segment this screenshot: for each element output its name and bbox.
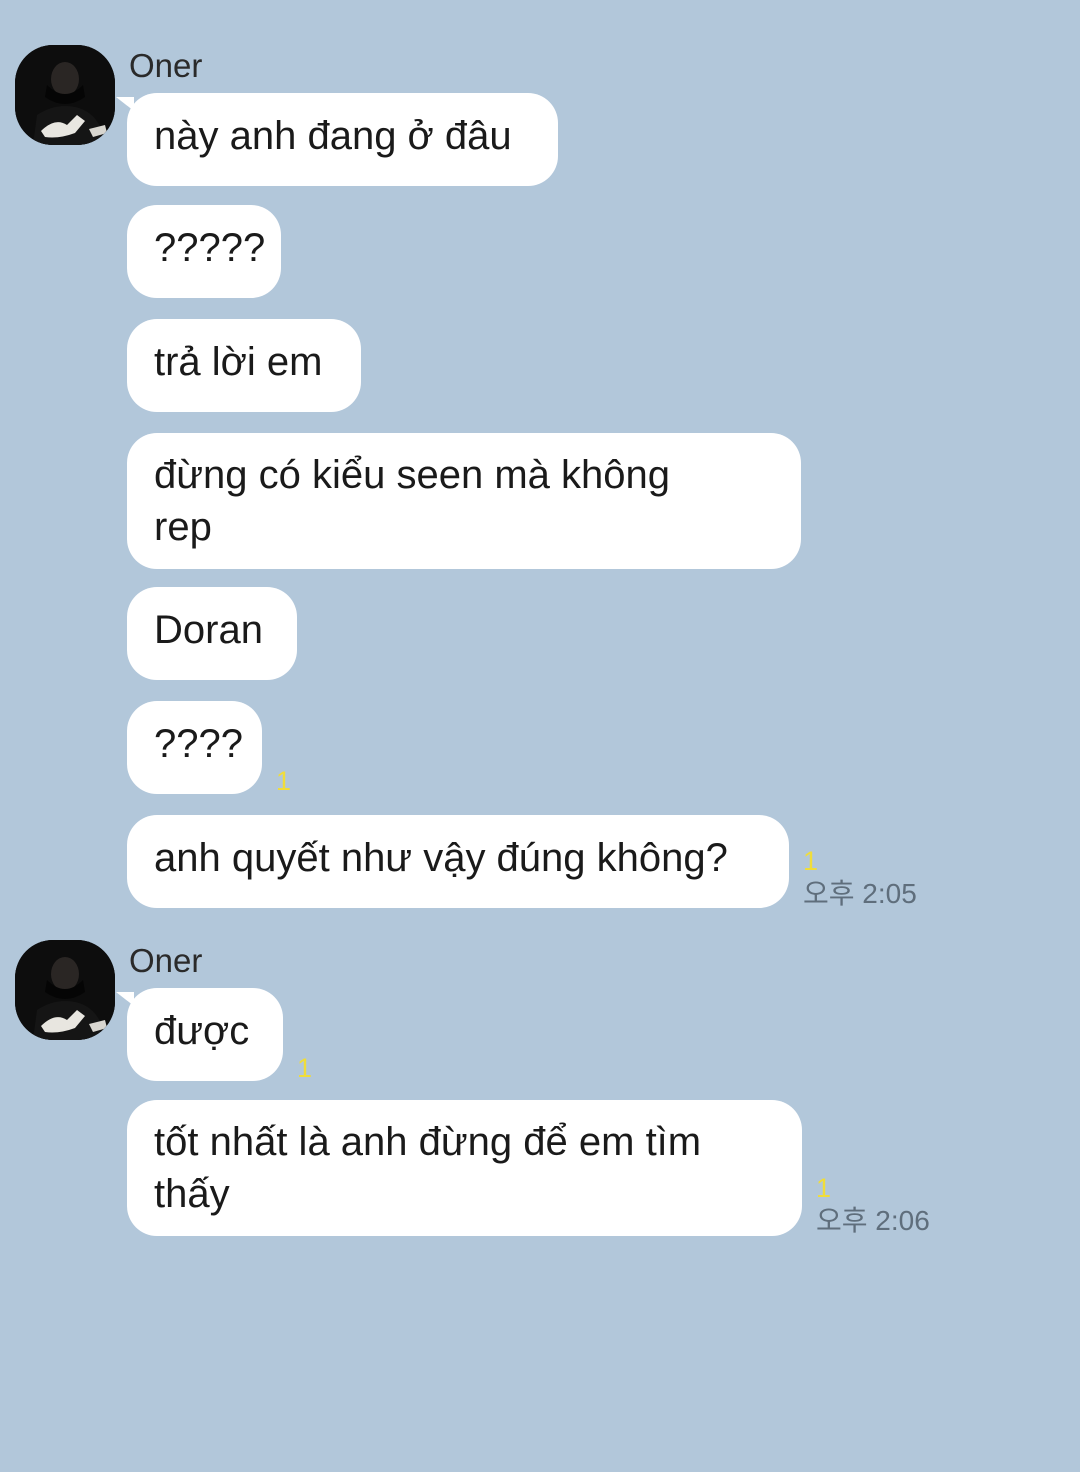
message-bubble[interactable]: anh quyết như vậy đúng không? xyxy=(127,815,789,908)
message-text: này anh đang ở đâu xyxy=(154,114,512,158)
message-bubble[interactable]: trả lời em xyxy=(127,319,361,412)
message-bubble[interactable]: ???? xyxy=(127,701,262,794)
message-text-line: tốt nhất là anh đừng để em tìm xyxy=(154,1120,702,1164)
message-text-line: thấy xyxy=(154,1172,230,1216)
message-bubble[interactable]: ????? xyxy=(127,205,281,298)
sender-name: Oner xyxy=(129,47,203,84)
sender-avatar[interactable] xyxy=(15,940,115,1040)
sender-avatar[interactable] xyxy=(15,45,115,145)
unread-count: 1 xyxy=(276,766,292,796)
profile-avatar-icon xyxy=(15,940,115,1040)
message-bubble[interactable]: tốt nhất là anh đừng để em tìm thấy xyxy=(127,1100,802,1236)
message-text: ????? xyxy=(154,226,266,270)
unread-count: 1 xyxy=(816,1173,832,1203)
message-text: được xyxy=(154,1009,250,1053)
message-bubble[interactable]: này anh đang ở đâu xyxy=(116,93,558,186)
message-text: ???? xyxy=(154,722,243,766)
message-text: Doran xyxy=(154,608,263,652)
unread-count: 1 xyxy=(803,846,819,876)
message-bubble[interactable]: Doran xyxy=(127,587,297,680)
sender-name: Oner xyxy=(129,942,203,979)
message-text: anh quyết như vậy đúng không? xyxy=(154,836,728,880)
message-text: trả lời em xyxy=(154,340,323,384)
unread-count: 1 xyxy=(297,1053,313,1083)
message-text-line: đừng có kiểu seen mà không xyxy=(154,453,670,497)
message-timestamp: 오후 2:06 xyxy=(816,1205,930,1236)
message-text-line: rep xyxy=(154,505,212,549)
message-bubble[interactable]: được xyxy=(116,988,283,1081)
profile-avatar-icon xyxy=(15,45,115,145)
message-bubble[interactable]: đừng có kiểu seen mà không rep xyxy=(127,433,801,569)
message-timestamp: 오후 2:05 xyxy=(803,878,917,909)
